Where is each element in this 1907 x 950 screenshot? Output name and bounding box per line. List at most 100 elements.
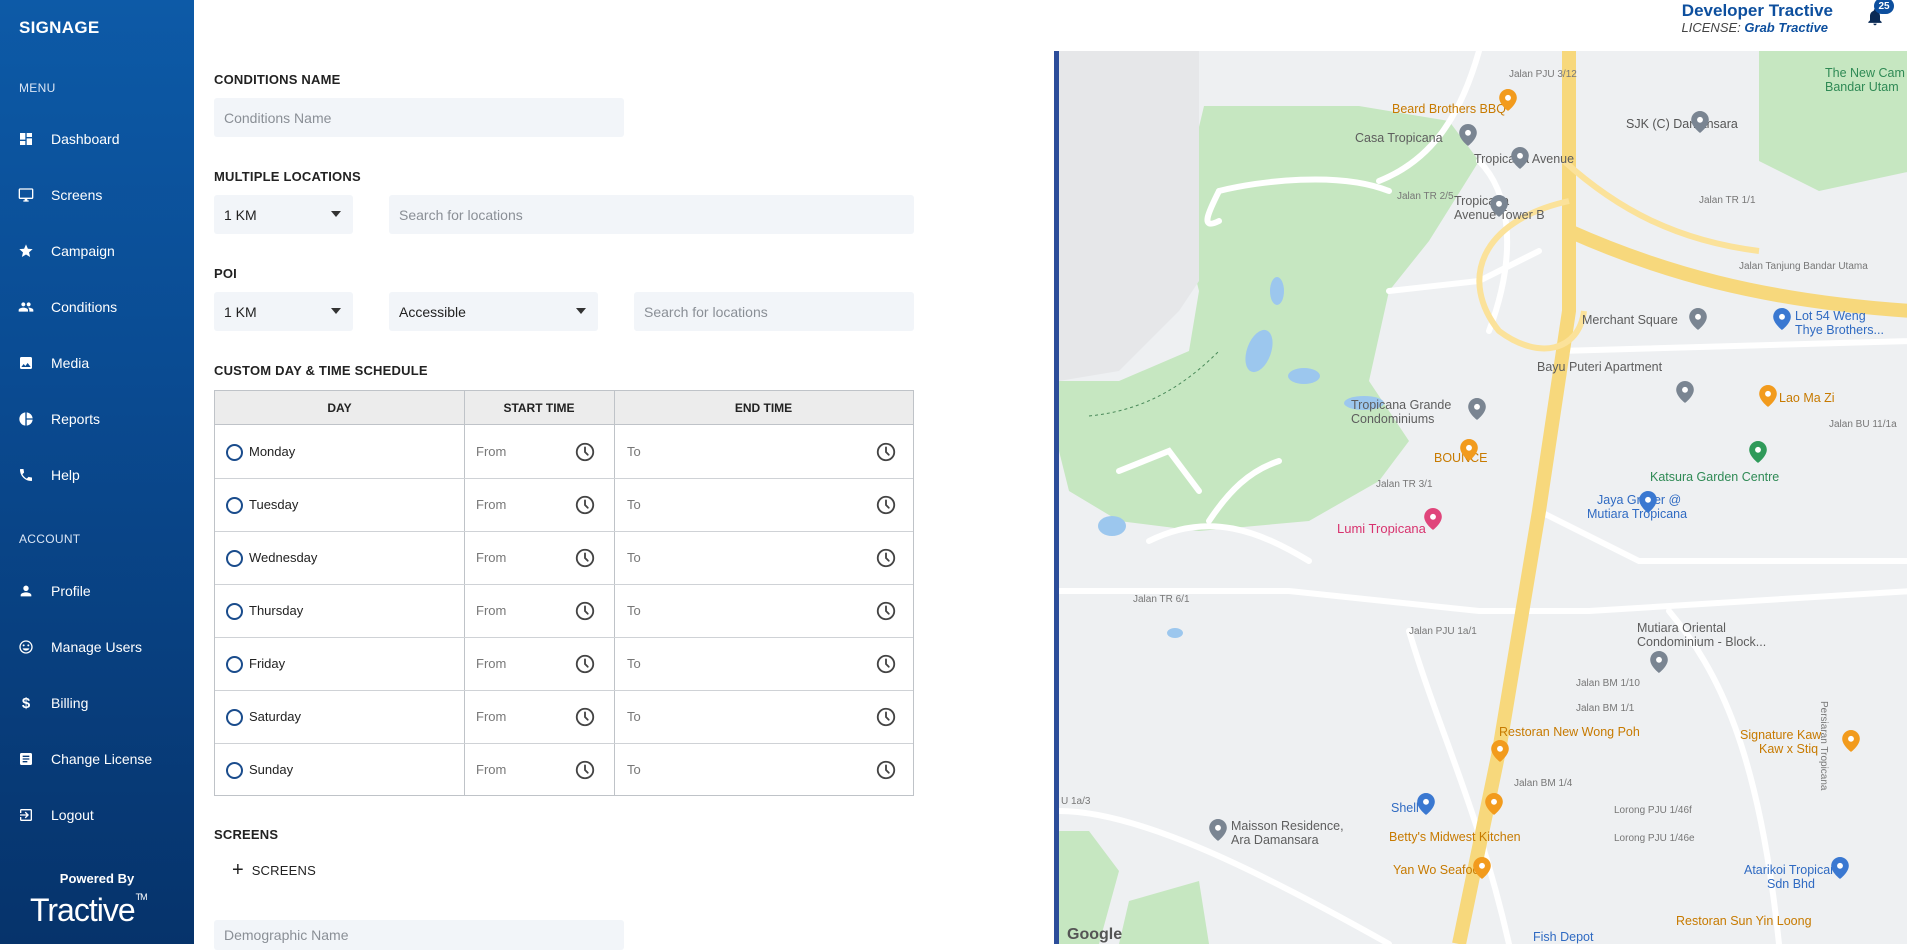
locations-search-input[interactable] — [399, 195, 914, 234]
clock-icon[interactable] — [875, 653, 897, 675]
sidebar-item-media[interactable]: Media — [0, 343, 194, 383]
sidebar-item-profile[interactable]: Profile — [0, 571, 194, 611]
start-time-input[interactable]: From — [476, 603, 506, 618]
end-time-input[interactable]: To — [627, 709, 641, 724]
map-pin-icon[interactable] — [1499, 89, 1517, 111]
map-pin-icon[interactable] — [1676, 381, 1694, 403]
sidebar-item-label: Manage Users — [51, 639, 143, 655]
add-screens-button[interactable]: + SCREENS — [232, 860, 316, 880]
clock-icon[interactable] — [574, 441, 596, 463]
sidebar-item-change-license[interactable]: Change License — [0, 739, 194, 779]
poi-radius-select[interactable]: 1 KM — [214, 292, 353, 331]
start-time-input[interactable]: From — [476, 444, 506, 459]
end-time-input[interactable]: To — [627, 762, 641, 777]
end-time-input[interactable]: To — [627, 444, 641, 459]
start-time-input[interactable]: From — [476, 709, 506, 724]
map-pin-icon[interactable] — [1691, 111, 1709, 133]
clock-icon[interactable] — [574, 600, 596, 622]
powered-by-label: Powered By — [59, 871, 135, 886]
map-pin-icon[interactable] — [1491, 740, 1509, 762]
poi-accessibility-select[interactable]: Accessible — [389, 292, 598, 331]
day-radio[interactable] — [226, 444, 243, 461]
map-pin-icon[interactable] — [1459, 124, 1477, 146]
sidebar-item-screens[interactable]: Screens — [0, 175, 194, 215]
sidebar-item-help[interactable]: Help — [0, 455, 194, 495]
multiple-locations-search-field[interactable] — [389, 195, 914, 234]
end-time-input[interactable]: To — [627, 603, 641, 618]
map-pin-icon[interactable] — [1460, 439, 1478, 461]
demographic-name-field[interactable] — [214, 920, 624, 950]
day-radio[interactable] — [226, 603, 243, 620]
conditions-name-field[interactable] — [214, 98, 624, 137]
road-label: U 1a/3 — [1061, 796, 1091, 807]
sidebar-item-billing[interactable]: $ Billing — [0, 683, 194, 723]
poi-search-field[interactable] — [634, 292, 914, 331]
multiple-locations-label: MULTIPLE LOCATIONS — [214, 169, 361, 184]
day-radio[interactable] — [226, 762, 243, 779]
map-pin-icon[interactable] — [1485, 793, 1503, 815]
end-time-input[interactable]: To — [627, 656, 641, 671]
poi-casa-tropicana: Casa Tropicana — [1355, 131, 1443, 145]
map-pin-icon[interactable] — [1639, 491, 1657, 513]
start-time-input[interactable]: From — [476, 497, 506, 512]
conditions-name-input[interactable] — [224, 98, 624, 137]
clock-icon[interactable] — [574, 759, 596, 781]
end-time-input[interactable]: To — [627, 550, 641, 565]
map-pin-icon[interactable] — [1831, 857, 1849, 879]
tractive-logo: TractiveTM — [30, 892, 148, 928]
poi-signature-kaw-line2: Kaw x Stiq — [1759, 742, 1819, 756]
multiple-locations-radius-select[interactable]: 1 KM — [214, 195, 353, 234]
day-radio[interactable] — [226, 550, 243, 567]
map-pin-icon[interactable] — [1759, 385, 1777, 407]
map-pin-icon[interactable] — [1511, 147, 1529, 169]
map-pin-icon[interactable] — [1650, 651, 1668, 673]
accessibility-value: Accessible — [399, 303, 466, 320]
start-time-input[interactable]: From — [476, 656, 506, 671]
poi-search-input[interactable] — [644, 292, 914, 331]
sidebar-item-conditions[interactable]: Conditions — [0, 287, 194, 327]
clock-icon[interactable] — [875, 600, 897, 622]
road-label: Jalan BU 11/1a — [1829, 419, 1897, 430]
map-pin-icon[interactable] — [1490, 195, 1508, 217]
road-label: Jalan BM 1/1 — [1576, 703, 1635, 714]
plus-icon: + — [232, 859, 244, 881]
poi-maisson-line2: Ara Damansara — [1231, 833, 1319, 847]
user-name[interactable]: Developer Tractive — [1682, 1, 1833, 21]
map-view[interactable]: Jalan PJU 3/12 Beard Brothers BBQ Casa T… — [1054, 51, 1907, 944]
map-pin-icon[interactable] — [1473, 857, 1491, 879]
sidebar-item-manage-users[interactable]: Manage Users — [0, 627, 194, 667]
day-radio[interactable] — [226, 709, 243, 726]
clock-icon[interactable] — [875, 441, 897, 463]
map-pin-icon[interactable] — [1842, 730, 1860, 752]
poi-atarikoi-line2: Sdn Bhd — [1767, 877, 1815, 891]
clock-icon[interactable] — [574, 653, 596, 675]
end-time-input[interactable]: To — [627, 497, 641, 512]
sidebar-item-logout[interactable]: Logout — [0, 795, 194, 835]
map-pin-icon[interactable] — [1209, 819, 1227, 841]
clock-icon[interactable] — [875, 706, 897, 728]
sidebar-item-dashboard[interactable]: Dashboard — [0, 119, 194, 159]
map-pin-icon[interactable] — [1689, 308, 1707, 330]
start-time-input[interactable]: From — [476, 762, 506, 777]
day-radio[interactable] — [226, 497, 243, 514]
demographic-name-input[interactable] — [224, 920, 624, 950]
sidebar-item-reports[interactable]: Reports — [0, 399, 194, 439]
clock-icon[interactable] — [875, 547, 897, 569]
map-pin-icon[interactable] — [1749, 441, 1767, 463]
map-pin-icon[interactable] — [1773, 308, 1791, 330]
start-time-input[interactable]: From — [476, 550, 506, 565]
sidebar-item-campaign[interactable]: Campaign — [0, 231, 194, 271]
road-label: Lorong PJU 1/46e — [1614, 833, 1695, 844]
schedule-row: Monday From To — [215, 426, 913, 479]
day-radio[interactable] — [226, 656, 243, 673]
person-icon — [18, 583, 34, 599]
clock-icon[interactable] — [574, 547, 596, 569]
clock-icon[interactable] — [574, 494, 596, 516]
map-pin-icon[interactable] — [1417, 793, 1435, 815]
map-pin-icon[interactable] — [1468, 398, 1486, 420]
clock-icon[interactable] — [875, 759, 897, 781]
road-label: Persiaran Tropicana — [1818, 701, 1829, 791]
map-pin-icon[interactable] — [1424, 508, 1442, 530]
clock-icon[interactable] — [875, 494, 897, 516]
clock-icon[interactable] — [574, 706, 596, 728]
